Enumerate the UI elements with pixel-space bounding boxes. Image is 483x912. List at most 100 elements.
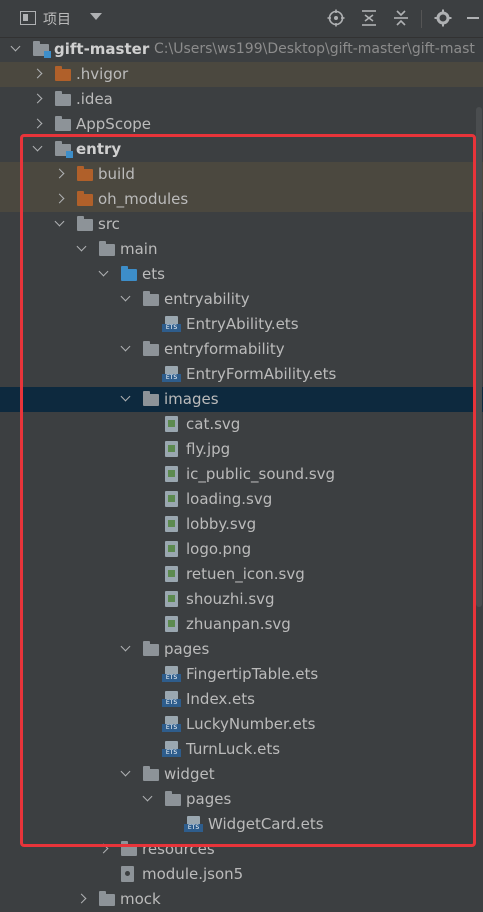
chevron-down-icon[interactable]	[120, 641, 131, 652]
tree-item-label: ic_public_sound.svg	[186, 465, 336, 483]
tree-row[interactable]: LuckyNumber.ets	[0, 712, 483, 737]
tree-row[interactable]: loading.svg	[0, 487, 483, 512]
chevron-down-icon[interactable]	[120, 341, 131, 352]
tree-row[interactable]: ets	[0, 262, 483, 287]
folder-icon	[121, 841, 137, 856]
tree-item-label: pages	[164, 640, 210, 658]
chevron-right-icon[interactable]	[54, 168, 65, 179]
tree-item-label: oh_modules	[98, 190, 189, 208]
tree-row[interactable]: gift-master C:\Users\ws199\Desktop\gift-m…	[0, 37, 483, 62]
chevron-down-icon[interactable]	[98, 266, 109, 277]
image-file-icon	[165, 591, 178, 607]
settings-icon[interactable]	[434, 9, 452, 27]
tree-item-label: main	[120, 240, 158, 258]
tree-row[interactable]: shouzhi.svg	[0, 587, 483, 612]
expand-all-icon[interactable]	[360, 9, 378, 27]
tree-item-label: TurnLuck.ets	[186, 740, 281, 758]
folder-icon	[143, 341, 159, 356]
tree-row[interactable]: entryability	[0, 287, 483, 312]
tree-row[interactable]: mock	[0, 887, 483, 912]
tree-row[interactable]: .idea	[0, 87, 483, 112]
chevron-down-icon[interactable]	[120, 391, 131, 402]
tree-row[interactable]: retuen_icon.svg	[0, 562, 483, 587]
chevron-right-icon[interactable]	[98, 843, 109, 854]
tree-item-label: build	[98, 165, 135, 183]
image-file-icon	[165, 541, 178, 557]
tree-row[interactable]: logo.png	[0, 537, 483, 562]
tree-row[interactable]: widget	[0, 762, 483, 787]
tree-item-label: src	[98, 215, 120, 233]
chevron-down-icon[interactable]	[120, 766, 131, 777]
chevron-right-icon[interactable]	[32, 68, 43, 79]
chevron-right-icon[interactable]	[32, 118, 43, 129]
tree-row[interactable]: AppScope	[0, 112, 483, 137]
tree-row[interactable]: oh_modules	[0, 187, 483, 212]
tree-row[interactable]: EntryFormAbility.ets	[0, 362, 483, 387]
locate-icon[interactable]	[327, 9, 345, 27]
image-file-icon	[165, 616, 178, 632]
tree-row[interactable]: pages	[0, 637, 483, 662]
tree-row[interactable]: entry	[0, 137, 483, 162]
tree-item-label: widget	[164, 765, 215, 783]
tree-row[interactable]: build	[0, 162, 483, 187]
image-file-icon	[165, 516, 178, 532]
tree-item-label: resources	[142, 840, 215, 858]
ets-file-icon	[162, 716, 181, 732]
image-file-icon	[165, 466, 178, 482]
tree-item-label: cat.svg	[186, 415, 241, 433]
tree-row[interactable]: module.json5	[0, 862, 483, 887]
project-view-title[interactable]: 项目	[43, 9, 71, 29]
chevron-right-icon[interactable]	[32, 93, 43, 104]
folder-icon	[55, 91, 71, 106]
tree-row[interactable]: TurnLuck.ets	[0, 737, 483, 762]
module-folder-icon	[33, 41, 51, 58]
chevron-down-icon[interactable]	[54, 216, 65, 227]
folder-icon	[143, 766, 159, 781]
tree-row[interactable]: entryformability	[0, 337, 483, 362]
tree-row[interactable]: .hvigor	[0, 62, 483, 87]
hide-icon[interactable]	[465, 9, 481, 27]
chevron-down-icon[interactable]	[142, 791, 153, 802]
tree-row[interactable]: lobby.svg	[0, 512, 483, 537]
tree-row[interactable]: pages	[0, 787, 483, 812]
tree-row[interactable]: cat.svg	[0, 412, 483, 437]
tree-row[interactable]: WidgetCard.ets	[0, 812, 483, 837]
folder-icon	[143, 391, 159, 406]
chevron-right-icon[interactable]	[54, 193, 65, 204]
ets-file-icon	[162, 366, 181, 382]
chevron-down-icon[interactable]	[10, 41, 21, 52]
tree-row[interactable]: images	[0, 387, 483, 412]
project-icon	[20, 11, 36, 25]
vertical-scrollbar[interactable]	[475, 37, 483, 903]
tree-item-label: loading.svg	[186, 490, 273, 508]
chevron-right-icon[interactable]	[76, 893, 87, 904]
toolbar-separator	[421, 10, 422, 28]
tree-row[interactable]: main	[0, 237, 483, 262]
tree-row[interactable]: src	[0, 212, 483, 237]
chevron-down-icon[interactable]	[120, 291, 131, 302]
chevron-down-icon[interactable]	[76, 241, 87, 252]
tree-item-label: EntryAbility.ets	[186, 315, 299, 333]
source-folder-icon	[121, 266, 137, 281]
tree-item-label: entry	[76, 140, 122, 158]
ets-file-icon	[162, 666, 181, 682]
tree-item-label: AppScope	[76, 115, 151, 133]
folder-icon	[143, 641, 159, 656]
scrollbar-thumb[interactable]	[476, 107, 482, 607]
tree-item-label: WidgetCard.ets	[208, 815, 324, 833]
tree-item-label: EntryFormAbility.ets	[186, 365, 337, 383]
tree-row[interactable]: fly.jpg	[0, 437, 483, 462]
tree-row[interactable]: ic_public_sound.svg	[0, 462, 483, 487]
dropdown-caret-icon[interactable]	[90, 13, 102, 20]
tree-row[interactable]: Index.ets	[0, 687, 483, 712]
ets-file-icon	[162, 316, 181, 332]
tree-row[interactable]: resources	[0, 837, 483, 862]
tree-row[interactable]: zhuanpan.svg	[0, 612, 483, 637]
tree-item-label: entryformability	[164, 340, 285, 358]
chevron-down-icon[interactable]	[32, 141, 43, 152]
tree-item-label: fly.jpg	[186, 440, 231, 458]
tree-row[interactable]: EntryAbility.ets	[0, 312, 483, 337]
collapse-all-icon[interactable]	[392, 9, 410, 27]
tree-row[interactable]: FingertipTable.ets	[0, 662, 483, 687]
tree-item-label: entryability	[164, 290, 250, 308]
